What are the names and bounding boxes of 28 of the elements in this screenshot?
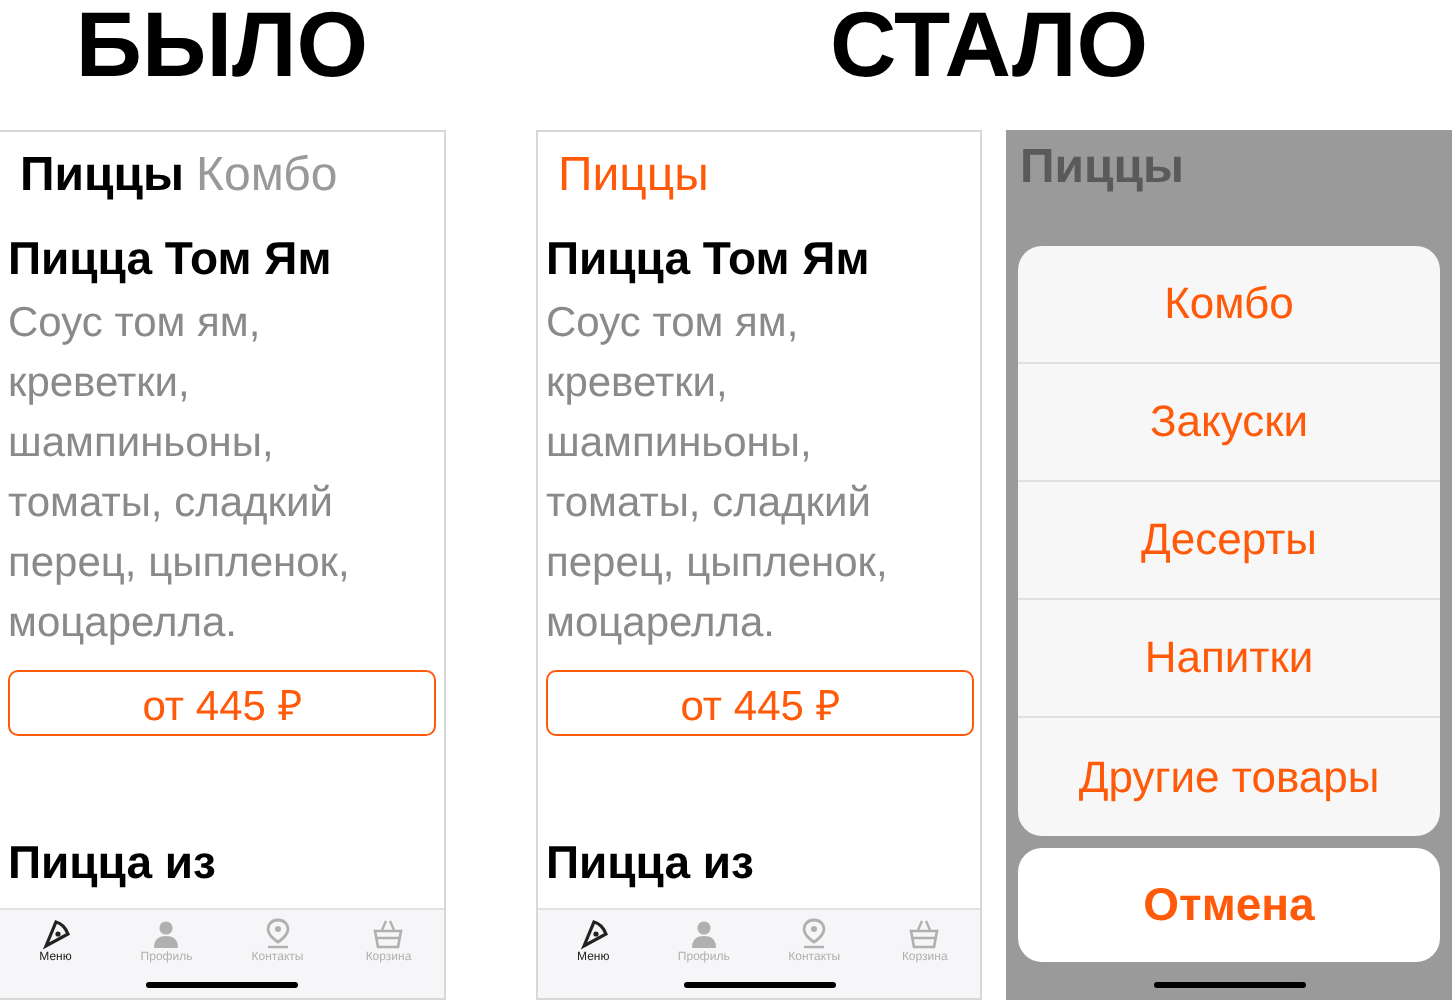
category-tab[interactable]: Пиццы — [20, 148, 185, 204]
location-pin-icon — [261, 918, 294, 950]
sheet-option[interactable]: Десерты — [1018, 482, 1440, 600]
product-name: Пицца Том Ям — [546, 232, 872, 286]
person-icon — [687, 918, 720, 950]
sheet-option[interactable]: Закуски — [1018, 364, 1440, 482]
cancel-button[interactable]: Отмена — [1018, 848, 1440, 962]
sheet-option[interactable]: Комбо — [1018, 246, 1440, 364]
sheet-option[interactable]: Напитки — [1018, 600, 1440, 718]
pizza-slice-icon — [39, 918, 72, 950]
basket-icon — [372, 918, 405, 950]
product-name: Пицца Том Ям — [8, 232, 334, 286]
comparison-heading: БЫЛО — [75, 0, 369, 94]
product-name: Пицца из — [546, 836, 756, 890]
person-icon — [150, 918, 183, 950]
product-description: Соус том ям, креветки, шампиньоны, томаты, сладкий перец, цыпленок, моцарелла. — [8, 298, 352, 650]
product-name: Пицца из — [8, 836, 218, 890]
product-description: Соус том ям, креветки, шампиньоны, томаты, сладкий перец, цыпленок, моцарелла. — [546, 298, 890, 650]
category-tab[interactable]: Комбо — [196, 148, 338, 204]
category-tab[interactable]: Пиццы — [558, 148, 709, 204]
pizza-slice-icon — [577, 918, 610, 950]
basket-icon — [908, 918, 941, 950]
sheet-option[interactable]: Другие товары — [1018, 718, 1440, 836]
location-pin-icon — [798, 918, 831, 950]
price-button[interactable]: от 445 ₽ — [546, 670, 974, 736]
price-button[interactable]: от 445 ₽ — [8, 670, 436, 736]
category-title: Пиццы — [1018, 138, 1187, 198]
comparison-heading: СТАЛО — [829, 0, 1149, 94]
